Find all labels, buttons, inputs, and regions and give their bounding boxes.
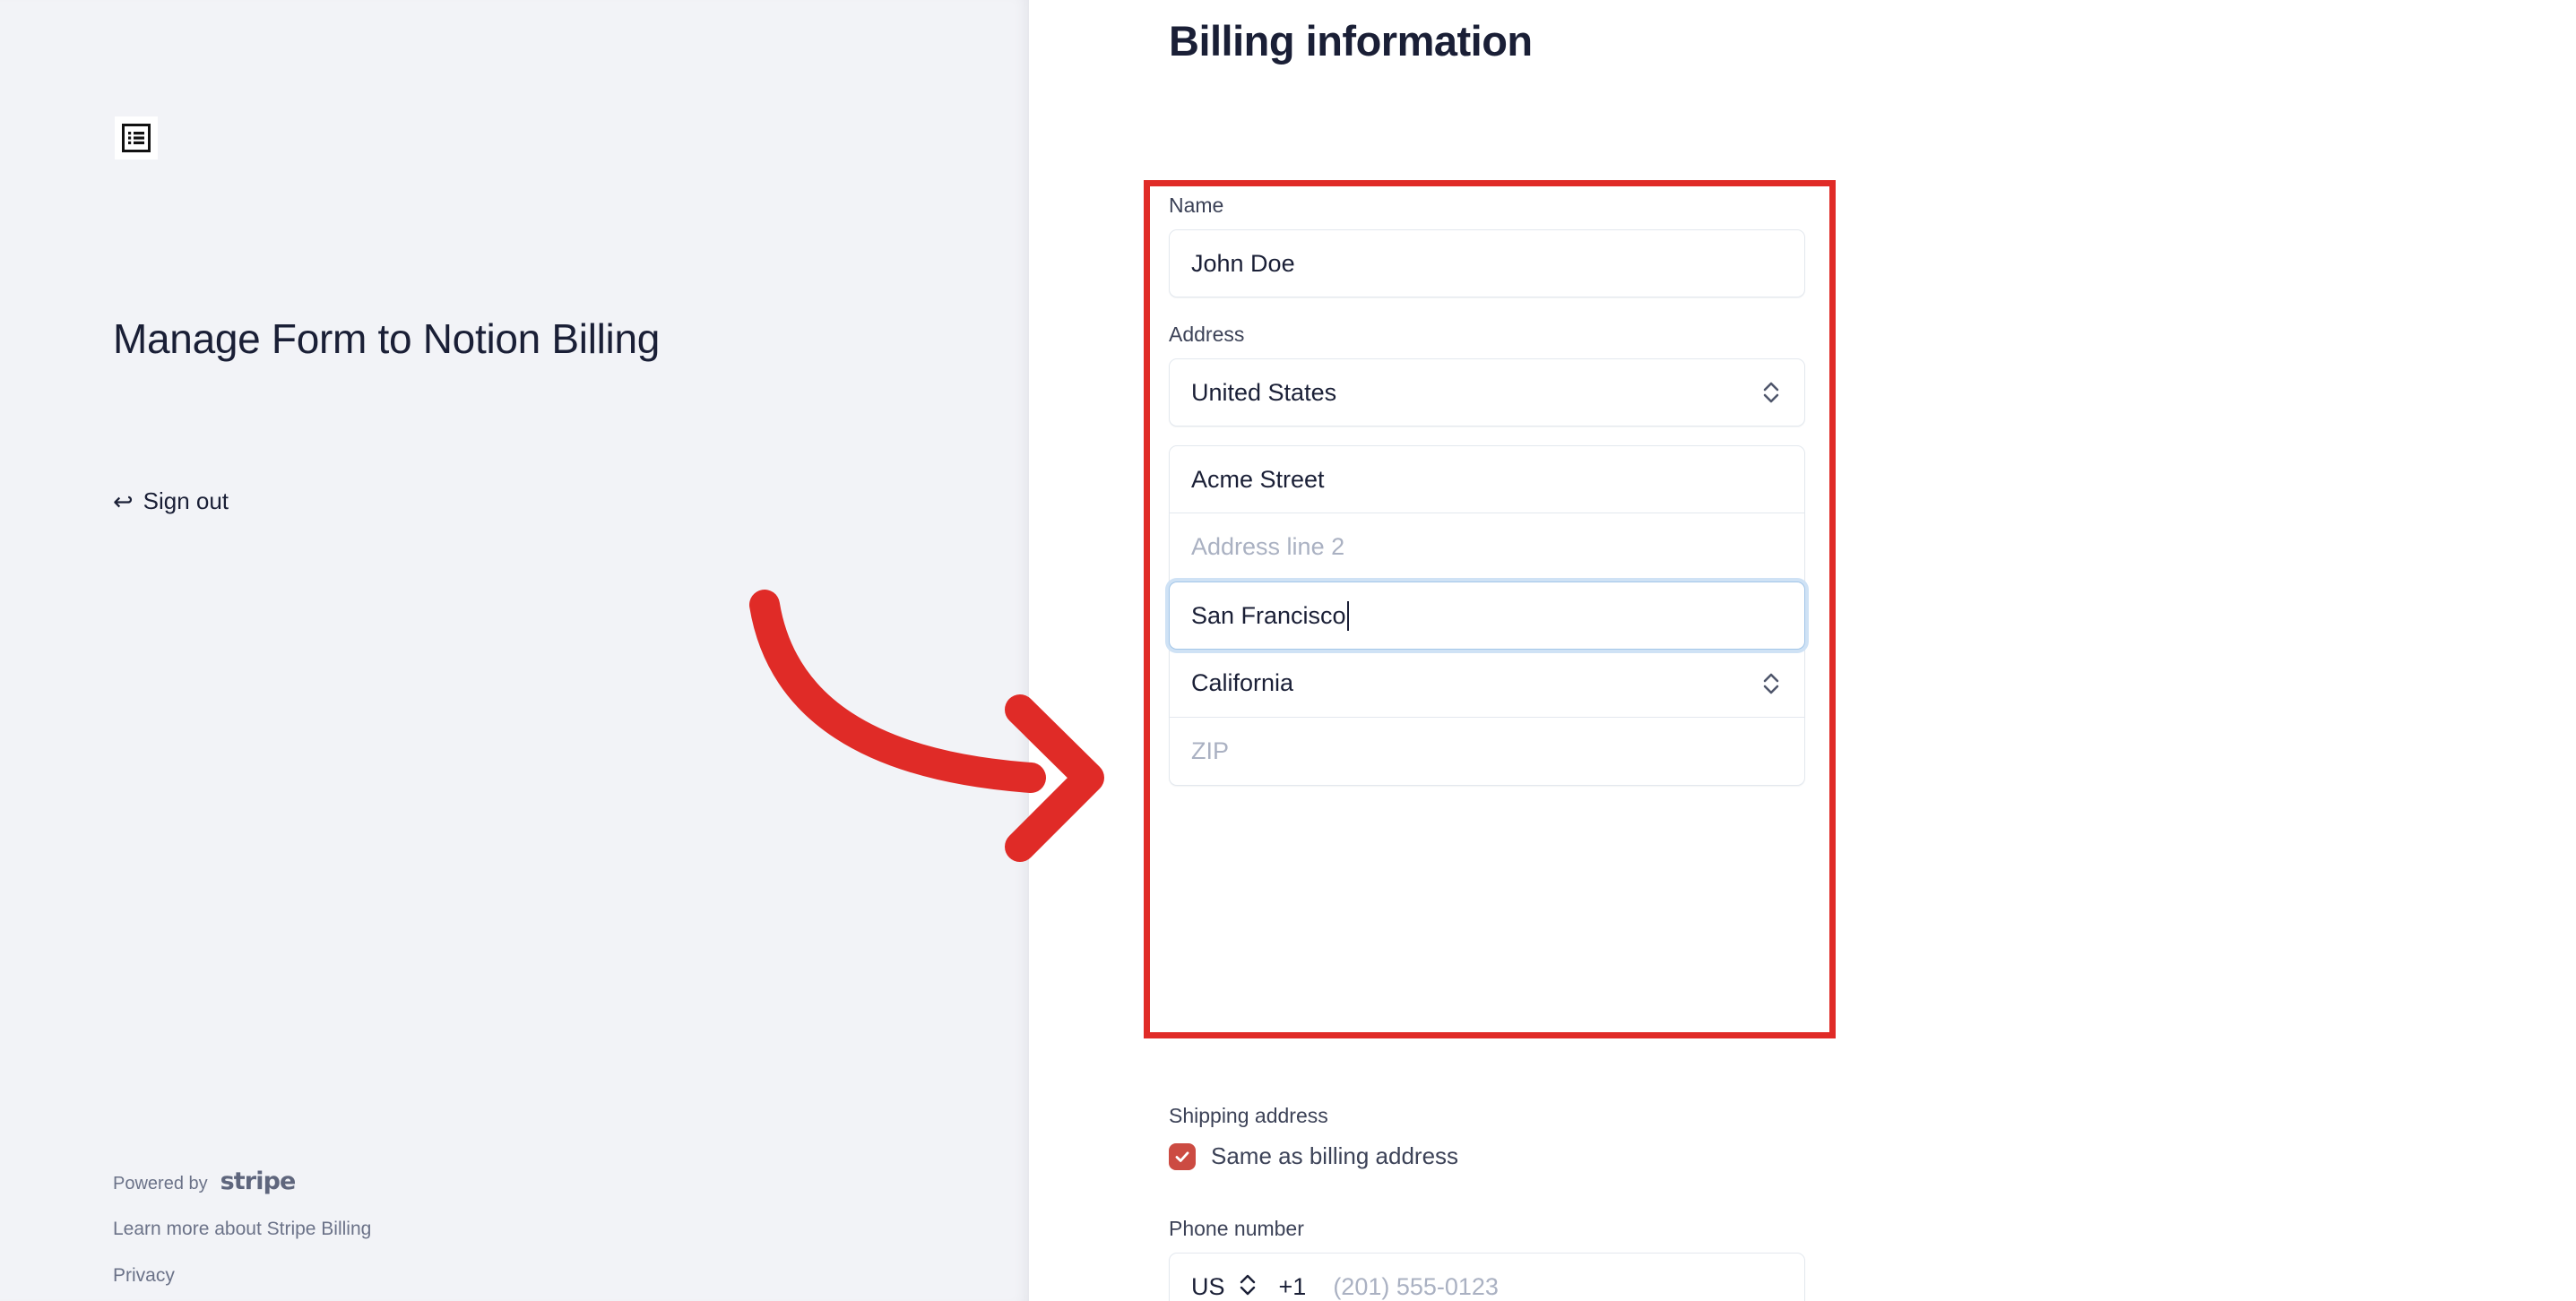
privacy-link[interactable]: Privacy [113, 1265, 669, 1287]
address-line1-input[interactable]: Acme Street [1169, 445, 1805, 513]
chevron-up-down-icon[interactable] [1238, 1271, 1258, 1301]
phone-number-placeholder: (201) 555-0123 [1333, 1272, 1499, 1300]
chevron-up-down-icon [1759, 668, 1783, 699]
page-title: Billing information [1169, 17, 1533, 65]
shipping-address-label: Shipping address [1169, 1104, 1328, 1127]
address-line2-placeholder: Address line 2 [1191, 533, 1345, 560]
stripe-logo: stripe [220, 1167, 297, 1195]
address-label: Address [1169, 323, 1245, 346]
name-label: Name [1169, 194, 1224, 217]
phone-dial-code: +1 [1278, 1272, 1307, 1300]
state-value: California [1191, 669, 1294, 696]
list-document-icon [115, 116, 158, 159]
state-select[interactable]: California [1169, 650, 1805, 718]
name-input[interactable]: John Doe [1169, 229, 1805, 297]
billing-form: Name John Doe Address United States Acme… [1169, 194, 1805, 811]
city-input[interactable]: San Francisco [1169, 582, 1805, 650]
main-content: Billing information Name John Doe Addres… [1029, 0, 2576, 1301]
text-caret [1346, 600, 1349, 631]
same-as-billing-checkbox-row[interactable]: Same as billing address [1169, 1142, 1805, 1170]
address-stack: United States Acme Street Address line 2 [1169, 358, 1805, 786]
powered-by-label: Powered by [113, 1174, 208, 1193]
sign-out-link[interactable]: ↩ Sign out [113, 487, 229, 515]
zip-placeholder: ZIP [1191, 737, 1230, 764]
address-line1-value: Acme Street [1191, 465, 1325, 493]
workspace-title: Manage Form to Notion Billing [113, 315, 661, 362]
name-field-block: Name John Doe [1169, 194, 1805, 297]
zip-input[interactable]: ZIP [1169, 718, 1805, 786]
address-field-block: Address United States Acme Street Addres… [1169, 323, 1805, 786]
country-select[interactable]: United States [1169, 358, 1805, 426]
sign-out-label: Sign out [143, 487, 229, 514]
powered-by-row: Powered by stripe [113, 1167, 669, 1195]
country-value: United States [1191, 378, 1337, 406]
check-icon [1175, 1150, 1189, 1162]
phone-country-value: US [1191, 1272, 1225, 1300]
learn-more-link[interactable]: Learn more about Stripe Billing [113, 1219, 669, 1240]
address-line2-input[interactable]: Address line 2 [1169, 513, 1805, 582]
shipping-address-block: Shipping address Same as billing address [1169, 1104, 1805, 1170]
sidebar: Manage Form to Notion Billing ↩ Sign out… [0, 0, 1029, 1301]
same-as-billing-label: Same as billing address [1211, 1142, 1459, 1169]
sidebar-footer: Powered by stripe Learn more about Strip… [113, 1167, 669, 1301]
chevron-up-down-icon [1759, 377, 1783, 408]
same-as-billing-checkbox[interactable] [1169, 1142, 1196, 1170]
phone-number-input[interactable]: US +1 (201) 555-0123 [1169, 1253, 1805, 1301]
city-value: San Francisco [1191, 601, 1346, 629]
phone-number-block: Phone number US +1 (201) 555-0123 [1169, 1217, 1805, 1301]
back-arrow-icon: ↩ [113, 488, 134, 515]
phone-number-label: Phone number [1169, 1217, 1304, 1240]
